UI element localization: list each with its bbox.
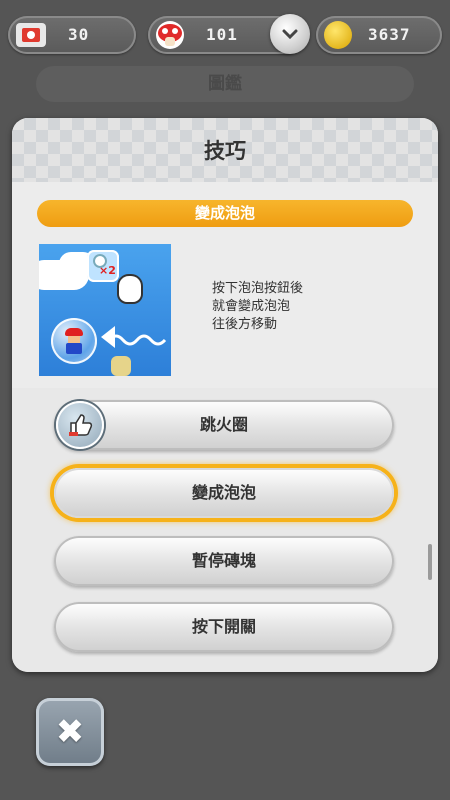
coin-counter: 3637 — [316, 16, 442, 54]
close-icon: ✖ — [55, 712, 85, 752]
list-scrollbar[interactable] — [428, 544, 432, 580]
technique-item-pause-block[interactable]: 暫停磚塊 — [54, 536, 394, 586]
close-button[interactable]: ✖ — [36, 698, 104, 766]
techniques-dialog: 技巧 變成泡泡 ×2 按下泡泡按鈕後 就會變成泡泡 往後方移動 跳火圈 變成泡泡 — [12, 118, 438, 672]
thumbs-up-icon — [56, 401, 104, 449]
coin-count: 3637 — [368, 25, 411, 44]
background-section-label: 圖鑑 — [36, 66, 414, 102]
status-bar: 30 101 3637 — [0, 0, 450, 72]
technique-item-label: 跳火圈 — [199, 415, 248, 434]
multiplier-label: ×2 — [99, 264, 116, 277]
bubble-button-badge: ×2 — [87, 250, 119, 282]
technique-item-fire-ring[interactable]: 跳火圈 — [54, 400, 394, 450]
move-name-bar: 變成泡泡 — [37, 200, 413, 227]
move-preview-image: ×2 — [39, 244, 171, 376]
ticket-count: 30 — [68, 25, 90, 44]
mario-character — [65, 328, 83, 354]
technique-item-label: 變成泡泡 — [191, 483, 256, 502]
technique-list: 跳火圈 變成泡泡 暫停磚塊 按下開關 — [12, 388, 438, 672]
technique-item-bubble[interactable]: 變成泡泡 — [54, 468, 394, 518]
wavy-arrow-tail — [109, 334, 167, 346]
technique-item-label: 暫停磚塊 — [191, 551, 256, 570]
pointing-hand-icon — [119, 276, 141, 302]
toad-counter: 101 — [148, 14, 310, 54]
ticket-counter: 30 — [8, 16, 136, 54]
toad-icon — [156, 21, 184, 49]
coin-icon — [324, 21, 352, 49]
technique-item-label: 按下開關 — [191, 617, 256, 636]
move-description: 按下泡泡按鈕後 就會變成泡泡 往後方移動 — [212, 281, 304, 332]
ticket-icon — [16, 23, 46, 47]
chevron-down-icon[interactable] — [270, 14, 310, 54]
ground-tile — [111, 356, 131, 376]
technique-item-press-switch[interactable]: 按下開關 — [54, 602, 394, 652]
toad-count: 101 — [206, 25, 238, 44]
dialog-title: 技巧 — [204, 139, 246, 163]
